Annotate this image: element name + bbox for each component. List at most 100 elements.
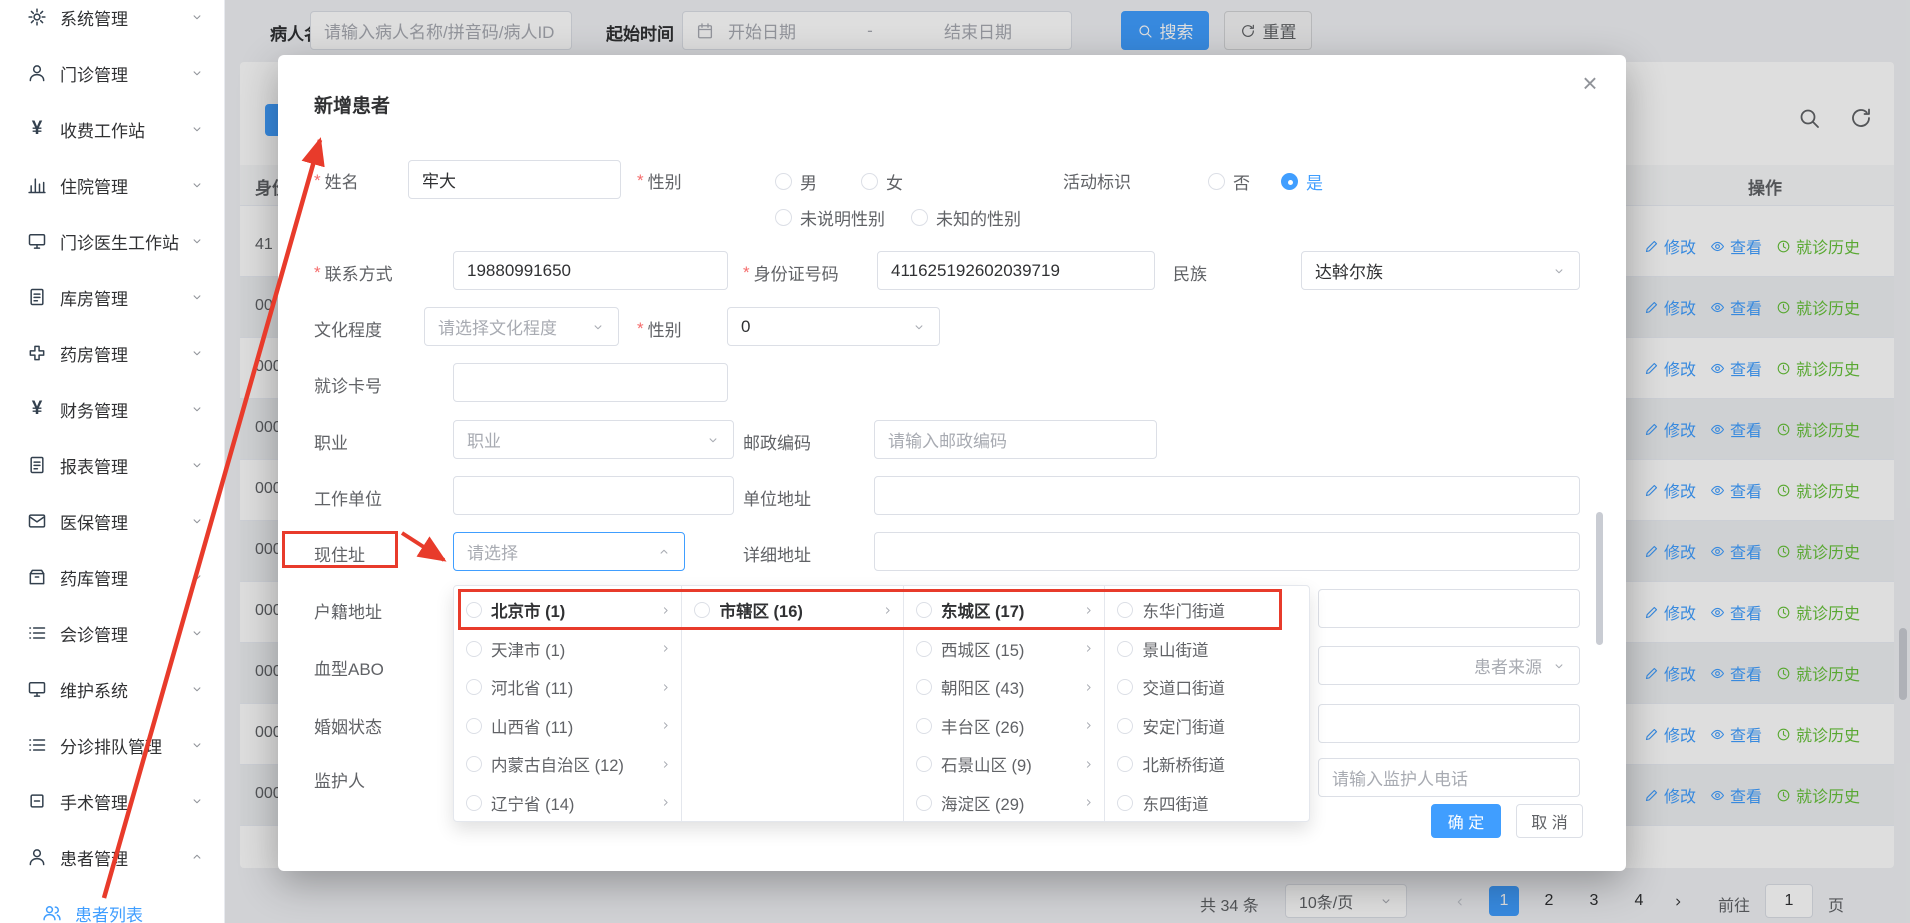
detail-address-input[interactable] xyxy=(874,532,1580,571)
chevron-right-icon xyxy=(1082,796,1095,809)
cascader-option-chaoyang[interactable]: 朝阳区 (43) xyxy=(904,668,1105,707)
chevron-down-icon xyxy=(190,458,204,472)
sidebar-item-finance[interactable]: ¥财务管理 xyxy=(0,381,224,437)
modal-scrollbar[interactable] xyxy=(1596,512,1603,645)
cascader-option-jingshan[interactable]: 景山街道 xyxy=(1105,630,1309,669)
sidebar-item-report[interactable]: 报表管理 xyxy=(0,437,224,493)
add-patient-dialog: 新增患者 × *姓名 牢大 *性别 男 女 活动标识 否 是 未说明性别 未知的… xyxy=(278,55,1626,871)
sidebar-item-insurance[interactable]: 医保管理 xyxy=(0,493,224,549)
cascader-option-beixinqiao[interactable]: 北新桥街道 xyxy=(1105,745,1309,784)
cascader-province-column: 北京市 (1) 天津市 (1) 河北省 (11) 山西省 (11) 内蒙古自治区… xyxy=(454,586,682,821)
chevron-down-icon xyxy=(190,66,204,80)
card-number-input[interactable] xyxy=(453,363,728,402)
postal-input[interactable]: 请输入邮政编码 xyxy=(874,420,1157,459)
chevron-right-icon xyxy=(659,758,672,771)
radio-icon xyxy=(775,173,792,190)
ethnicity-select[interactable]: 达斡尔族 xyxy=(1301,251,1580,290)
cascader-option-hebei[interactable]: 河北省 (11) xyxy=(454,668,681,707)
cascader-option-dongcheng[interactable]: 东城区 (17) xyxy=(904,591,1105,630)
cascader-option-haidian[interactable]: 海淀区 (29) xyxy=(904,784,1105,822)
radio-icon xyxy=(775,209,792,226)
marital-right-input[interactable] xyxy=(1318,704,1580,743)
sidebar-item-surgery[interactable]: 手术管理 xyxy=(0,773,224,829)
sidebar-item-patient[interactable]: 患者管理 xyxy=(0,829,224,885)
sidebar-item-pharmacy[interactable]: 药房管理 xyxy=(0,325,224,381)
chevron-up-icon xyxy=(657,545,671,559)
cascader-option-donghuamen[interactable]: 东华门街道 xyxy=(1105,591,1309,630)
chevron-down-icon xyxy=(190,290,204,304)
gender-label: *性别 xyxy=(637,168,682,193)
blood-type-label: 血型ABO xyxy=(314,655,384,680)
cascader-option-neimenggu[interactable]: 内蒙古自治区 (12) xyxy=(454,745,681,784)
document-icon xyxy=(27,287,47,307)
chevron-right-icon xyxy=(881,604,894,617)
radio-icon xyxy=(1208,173,1225,190)
sidebar-item-consultation[interactable]: 会诊管理 xyxy=(0,605,224,661)
gender2-select[interactable]: 0 xyxy=(727,307,940,346)
work-unit-input[interactable] xyxy=(453,476,734,515)
chevron-down-icon xyxy=(190,122,204,136)
guardian-phone-input[interactable]: 请输入监护人电话 xyxy=(1318,758,1580,797)
radio-active-yes[interactable]: 是 xyxy=(1281,169,1323,194)
chevron-right-icon xyxy=(1082,719,1095,732)
confirm-button[interactable]: 确 定 xyxy=(1431,804,1501,838)
sidebar-item-inpatient[interactable]: 住院管理 xyxy=(0,157,224,213)
chevron-right-icon xyxy=(1082,758,1095,771)
chevron-right-icon xyxy=(1082,604,1095,617)
cascader-option-dongsi[interactable]: 东四街道 xyxy=(1105,784,1309,822)
radio-male[interactable]: 男 xyxy=(775,169,817,194)
close-icon[interactable]: × xyxy=(1576,69,1604,97)
cascader-option-beijing[interactable]: 北京市 (1) xyxy=(454,591,681,630)
occupation-select[interactable]: 职业 xyxy=(453,420,734,459)
report-icon xyxy=(27,455,47,475)
users-icon xyxy=(42,903,62,923)
chevron-right-icon xyxy=(1082,642,1095,655)
cascader-option-shijingshan[interactable]: 石景山区 (9) xyxy=(904,745,1105,784)
sidebar-item-label: 会诊管理 xyxy=(60,621,190,646)
education-select[interactable]: 请选择文化程度 xyxy=(424,307,619,346)
contact-label: *联系方式 xyxy=(314,260,393,285)
radio-female[interactable]: 女 xyxy=(861,169,903,194)
sidebar-item-warehouse[interactable]: 库房管理 xyxy=(0,269,224,325)
radio-icon xyxy=(466,641,482,657)
marital-status-label: 婚姻状态 xyxy=(314,713,382,738)
sidebar-item-system[interactable]: 系统管理 xyxy=(0,0,224,45)
cascader-option-jiaodaokou[interactable]: 交道口街道 xyxy=(1105,668,1309,707)
sidebar-item-label: 门诊管理 xyxy=(60,61,190,86)
radio-gender-unknown[interactable]: 未知的性别 xyxy=(911,205,1021,230)
sidebar-item-drugstore[interactable]: 药库管理 xyxy=(0,549,224,605)
sidebar-item-patient-list[interactable]: 患者列表 xyxy=(0,885,224,923)
current-address-select[interactable]: 请选择 xyxy=(453,532,685,571)
sidebar-item-charging[interactable]: ¥收费工作站 xyxy=(0,101,224,157)
sidebar-item-maintenance[interactable]: 维护系统 xyxy=(0,661,224,717)
cascader-option-shixiaqu[interactable]: 市辖区 (16) xyxy=(682,591,902,630)
card-number-label: 就诊卡号 xyxy=(314,372,382,397)
radio-active-no[interactable]: 否 xyxy=(1208,169,1250,194)
patient-source-select[interactable]: 患者来源 xyxy=(1318,646,1580,685)
occupation-label: 职业 xyxy=(314,429,348,454)
list-icon xyxy=(27,735,47,755)
household-address-input[interactable] xyxy=(1318,589,1580,628)
cancel-button[interactable]: 取 消 xyxy=(1516,804,1583,838)
cascader-option-tianjin[interactable]: 天津市 (1) xyxy=(454,630,681,669)
sidebar-item-doctor-station[interactable]: 门诊医生工作站 xyxy=(0,213,224,269)
current-address-label: 现住址 xyxy=(314,541,365,566)
sidebar-item-label: 门诊医生工作站 xyxy=(60,229,190,254)
cascader-option-xicheng[interactable]: 西城区 (15) xyxy=(904,630,1105,669)
name-label: *姓名 xyxy=(314,168,359,193)
contact-input[interactable]: 19880991650 xyxy=(453,251,728,290)
chevron-right-icon xyxy=(659,604,672,617)
sidebar-item-triage[interactable]: 分诊排队管理 xyxy=(0,717,224,773)
name-input[interactable]: 牢大 xyxy=(408,160,621,199)
unit-address-input[interactable] xyxy=(874,476,1580,515)
sidebar-item-outpatient[interactable]: 门诊管理 xyxy=(0,45,224,101)
sidebar-item-label: 报表管理 xyxy=(60,453,190,478)
id-number-input[interactable]: 411625192602039719 xyxy=(877,251,1155,290)
chevron-right-icon xyxy=(659,642,672,655)
cascader-option-shanxi[interactable]: 山西省 (11) xyxy=(454,707,681,746)
chevron-down-icon xyxy=(706,433,720,447)
cascader-option-fengtai[interactable]: 丰台区 (26) xyxy=(904,707,1105,746)
cascader-option-andingmen[interactable]: 安定门街道 xyxy=(1105,707,1309,746)
cascader-option-liaoning[interactable]: 辽宁省 (14) xyxy=(454,784,681,822)
radio-gender-unspecified[interactable]: 未说明性别 xyxy=(775,205,885,230)
